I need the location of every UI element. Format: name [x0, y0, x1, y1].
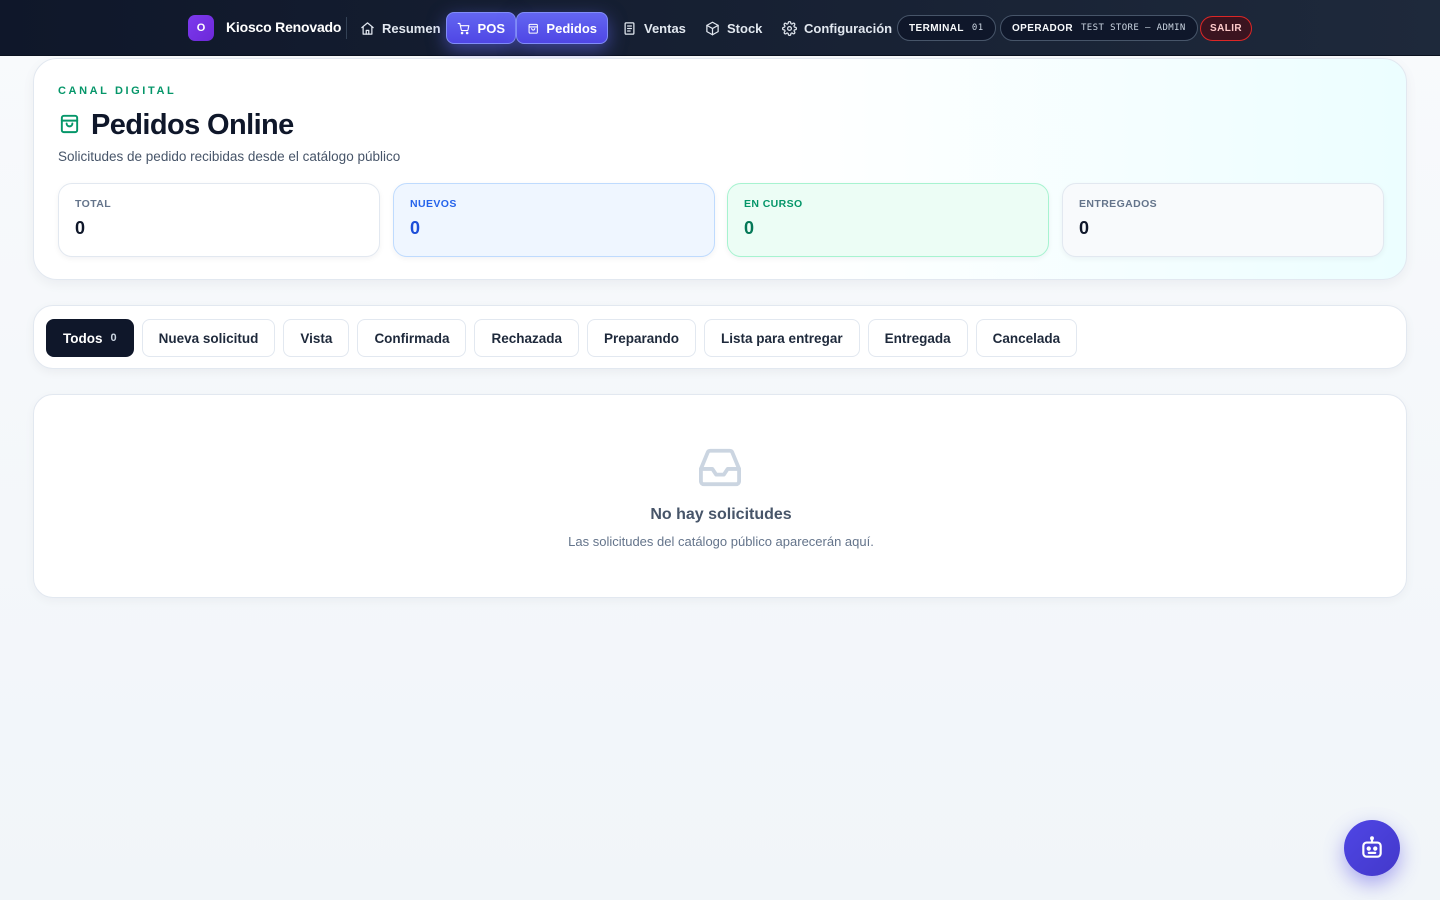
nav-divider [346, 17, 347, 39]
robot-icon [1362, 836, 1382, 858]
app-logo[interactable]: O [188, 15, 214, 41]
assistant-button[interactable] [1344, 820, 1400, 876]
stat-value: 0 [410, 218, 421, 238]
filter-rechazada[interactable]: Rechazada [474, 319, 579, 357]
nav-item-pos[interactable]: POS [446, 12, 516, 44]
stat-label: ENTREGADOS [1079, 198, 1158, 210]
gear-icon [782, 20, 797, 36]
nav-item-label: Configuración [804, 20, 893, 36]
filter-cancelada[interactable]: Cancelada [975, 319, 1078, 357]
operator-label: OPERADOR [1012, 22, 1073, 34]
nav-item-stock[interactable]: Stock [695, 12, 772, 44]
filter-confirmada[interactable]: Confirmada [357, 319, 467, 357]
logout-button[interactable]: SALIR [1200, 16, 1252, 41]
nav-item-label: Stock [727, 20, 763, 36]
nav-item-ventas[interactable]: Ventas [612, 12, 696, 44]
filter-entregada[interactable]: Entregada [867, 319, 968, 357]
terminal-badge: TERMINAL 01 [897, 15, 996, 41]
cart-icon [457, 22, 470, 34]
page-header-card: CANAL DIGITAL Pedidos Online Solicitudes… [33, 58, 1407, 280]
status-filter-bar: Todos 0 Nueva solicitud Vista Confirmada… [33, 305, 1407, 369]
stat-value: 0 [75, 218, 86, 238]
page-eyebrow: CANAL DIGITAL [58, 85, 177, 97]
receipt-icon [624, 21, 635, 35]
top-navbar: O Kiosco Renovado Resumen POS Pedidos Ve… [0, 0, 1440, 56]
stat-card-entregados: ENTREGADOS 0 [1062, 183, 1384, 257]
nav-item-resumen[interactable]: Resumen [350, 12, 451, 44]
empty-state-subtitle: Las solicitudes del catálogo público apa… [568, 534, 874, 549]
filter-todos[interactable]: Todos 0 [46, 319, 134, 357]
stat-label: NUEVOS [410, 198, 457, 210]
filter-label: Todos [63, 330, 103, 346]
home-icon [361, 21, 374, 35]
box-icon [706, 21, 719, 35]
orders-empty-state: No hay solicitudes Las solicitudes del c… [33, 394, 1407, 598]
nav-item-pedidos[interactable]: Pedidos [516, 12, 608, 44]
nav-item-label: Pedidos [546, 20, 597, 36]
filter-count-badge: 0 [110, 332, 117, 344]
inbox-icon [697, 446, 743, 493]
stat-value: 0 [744, 218, 755, 238]
filter-nueva-solicitud[interactable]: Nueva solicitud [141, 319, 276, 357]
filter-vista[interactable]: Vista [283, 319, 350, 357]
terminal-label: TERMINAL [909, 22, 964, 34]
page-subtitle: Solicitudes de pedido recibidas desde el… [58, 149, 401, 164]
stat-card-en-curso: EN CURSO 0 [727, 183, 1049, 257]
operator-badge: OPERADOR TEST STORE — ADMIN [1000, 15, 1198, 41]
stat-label: EN CURSO [744, 198, 803, 210]
stat-card-nuevos: NUEVOS 0 [393, 183, 715, 257]
nav-item-label: POS [477, 20, 505, 36]
nav-item-label: Resumen [382, 20, 441, 36]
filter-lista-para-entregar[interactable]: Lista para entregar [704, 319, 860, 357]
operator-value: TEST STORE — ADMIN [1080, 23, 1186, 33]
stat-label: TOTAL [75, 198, 112, 210]
app-name[interactable]: Kiosco Renovado [226, 19, 341, 35]
empty-state-title: No hay solicitudes [650, 506, 792, 523]
filter-preparando[interactable]: Preparando [587, 319, 697, 357]
stat-card-total: TOTAL 0 [58, 183, 380, 257]
page-title-row: Pedidos Online [58, 109, 294, 142]
page-title: Pedidos Online [91, 109, 294, 141]
stat-value: 0 [1079, 218, 1090, 238]
terminal-value: 01 [971, 23, 984, 33]
shopping-bag-icon [58, 112, 81, 140]
nav-item-label: Ventas [644, 20, 686, 36]
shopping-bag-icon [528, 23, 538, 34]
nav-item-configuracion[interactable]: Configuración [772, 12, 902, 44]
filter-list: Todos 0 Nueva solicitud Vista Confirmada… [46, 319, 1078, 357]
